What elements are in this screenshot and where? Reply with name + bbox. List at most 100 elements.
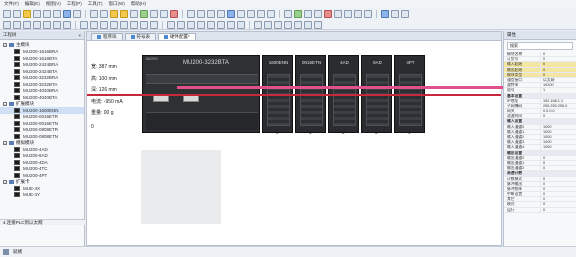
toolbar-button-icon[interactable] [23, 9, 31, 18]
property-value[interactable]: 0 [540, 62, 575, 67]
toolbar-button-icon[interactable] [130, 9, 138, 18]
property-value[interactable]: 0 [540, 67, 575, 72]
toolbar-button-icon[interactable] [140, 9, 148, 18]
toolbar-button-icon[interactable] [304, 20, 312, 29]
toolbar-button-icon[interactable] [63, 9, 71, 18]
document-tab[interactable]: 符号表 [124, 33, 156, 40]
property-value[interactable]: 1000 [540, 129, 575, 134]
toolbar-button-icon[interactable] [150, 9, 158, 18]
toolbar-button-icon[interactable] [324, 9, 332, 18]
toolbar-button-icon[interactable] [177, 20, 185, 29]
menu-item[interactable]: 工程(P) [67, 1, 82, 7]
toolbar-button-icon[interactable] [344, 9, 352, 18]
menu-item[interactable]: 窗口(W) [109, 1, 125, 7]
toolbar-button-icon[interactable] [391, 9, 399, 18]
toolbar-button-icon[interactable] [274, 20, 282, 29]
toolbar-button-icon[interactable] [120, 9, 128, 18]
toolbar-button-icon[interactable] [217, 9, 225, 18]
collapse-icon[interactable]: − [3, 179, 7, 184]
property-value[interactable]: 0 [540, 166, 575, 171]
close-icon[interactable]: × [78, 33, 81, 38]
property-value[interactable]: 0 [540, 52, 575, 57]
toolbar-button-icon[interactable] [53, 20, 61, 29]
toolbar-button-icon[interactable] [247, 9, 255, 18]
property-value[interactable]: 0 [540, 192, 575, 197]
toolbar-button-icon[interactable] [227, 20, 235, 29]
property-value[interactable]: 0.0.0.0 [540, 109, 575, 114]
toolbar-button-icon[interactable] [90, 9, 98, 18]
property-value[interactable]: 0 [540, 155, 575, 160]
toolbar-button-icon[interactable] [43, 20, 51, 29]
toolbar-button-icon[interactable] [3, 9, 11, 18]
toolbar-button-icon[interactable] [207, 20, 215, 29]
property-value[interactable]: 0 [540, 207, 575, 212]
toolbar-button-icon[interactable] [381, 9, 389, 18]
toolbar-button-icon[interactable] [90, 20, 98, 29]
toolbar-button-icon[interactable] [314, 20, 322, 29]
toolbar-button-icon[interactable] [254, 20, 262, 29]
property-value[interactable]: 1 [540, 88, 575, 93]
toolbar-button-icon[interactable] [43, 9, 51, 18]
toolbar-button-icon[interactable] [284, 9, 292, 18]
property-value[interactable]: 0 [540, 181, 575, 186]
toolbar-button-icon[interactable] [3, 20, 11, 29]
toolbar-button-icon[interactable] [197, 9, 205, 18]
toolbar-button-icon[interactable] [160, 9, 168, 18]
toolbar-button-icon[interactable] [110, 20, 118, 29]
toolbar-button-icon[interactable] [401, 9, 409, 18]
property-value[interactable]: 19200 [540, 83, 575, 88]
property-value[interactable]: 0 [540, 202, 575, 207]
menu-item[interactable]: 帮助(H) [131, 1, 146, 7]
toolbar-button-icon[interactable] [13, 9, 21, 18]
toolbar-button-icon[interactable] [170, 9, 178, 18]
property-value[interactable]: 0 [540, 186, 575, 192]
menu-item[interactable]: 编辑(E) [25, 1, 40, 7]
property-value[interactable]: 以太网 [540, 77, 575, 83]
toolbar-button-icon[interactable] [304, 9, 312, 18]
toolbar-button-icon[interactable] [237, 9, 245, 18]
toolbar-button-icon[interactable] [73, 9, 81, 18]
property-value[interactable]: 0 [540, 57, 575, 62]
toolbar-button-icon[interactable] [364, 9, 372, 18]
properties-search-input[interactable]: 搜索 [507, 42, 573, 50]
property-value[interactable]: 0 [540, 72, 575, 77]
property-value[interactable]: 0 [540, 176, 575, 181]
toolbar-button-icon[interactable] [217, 20, 225, 29]
property-value[interactable]: 192.168.1.1 [540, 98, 575, 103]
tree-item[interactable]: MUE-4Y [0, 192, 84, 199]
toolbar-button-icon[interactable] [267, 9, 275, 18]
menu-item[interactable]: 视图(V) [46, 1, 61, 7]
property-value[interactable]: 1000 [540, 145, 575, 150]
property-value[interactable]: 0 [540, 160, 575, 166]
toolbar-button-icon[interactable] [33, 20, 41, 29]
toolbar-button-icon[interactable] [284, 20, 292, 29]
property-row[interactable]: 运行 0 [504, 207, 576, 213]
toolbar-button-icon[interactable] [314, 9, 322, 18]
property-value[interactable] [540, 93, 575, 98]
toolbar-button-icon[interactable] [207, 9, 215, 18]
toolbar-button-icon[interactable] [120, 20, 128, 29]
toolbar-button-icon[interactable] [227, 9, 235, 18]
property-value[interactable]: 1000 [540, 140, 575, 145]
toolbar-button-icon[interactable] [187, 20, 195, 29]
menu-item[interactable]: 工具(T) [88, 1, 103, 7]
collapse-icon[interactable]: − [3, 101, 7, 106]
toolbar-button-icon[interactable] [257, 9, 265, 18]
toolbar-button-icon[interactable] [63, 20, 71, 29]
collapse-icon[interactable]: − [3, 43, 7, 48]
toolbar-button-icon[interactable] [150, 20, 158, 29]
toolbar-button-icon[interactable] [294, 20, 302, 29]
toolbar-button-icon[interactable] [294, 9, 302, 18]
toolbar-button-icon[interactable] [33, 9, 41, 18]
toolbar-button-icon[interactable] [334, 9, 342, 18]
toolbar-button-icon[interactable] [237, 20, 245, 29]
toolbar-button-icon[interactable] [53, 9, 61, 18]
document-tab[interactable]: 程序块 [91, 33, 123, 40]
toolbar-button-icon[interactable] [167, 20, 175, 29]
property-value[interactable]: 255.255.255.0 [540, 103, 575, 109]
toolbar-button-icon[interactable] [140, 20, 148, 29]
document-tab[interactable]: 硬件配置* [158, 33, 196, 40]
toolbar-button-icon[interactable] [80, 20, 88, 29]
toolbar-button-icon[interactable] [13, 20, 21, 29]
collapse-icon[interactable]: − [3, 140, 7, 145]
